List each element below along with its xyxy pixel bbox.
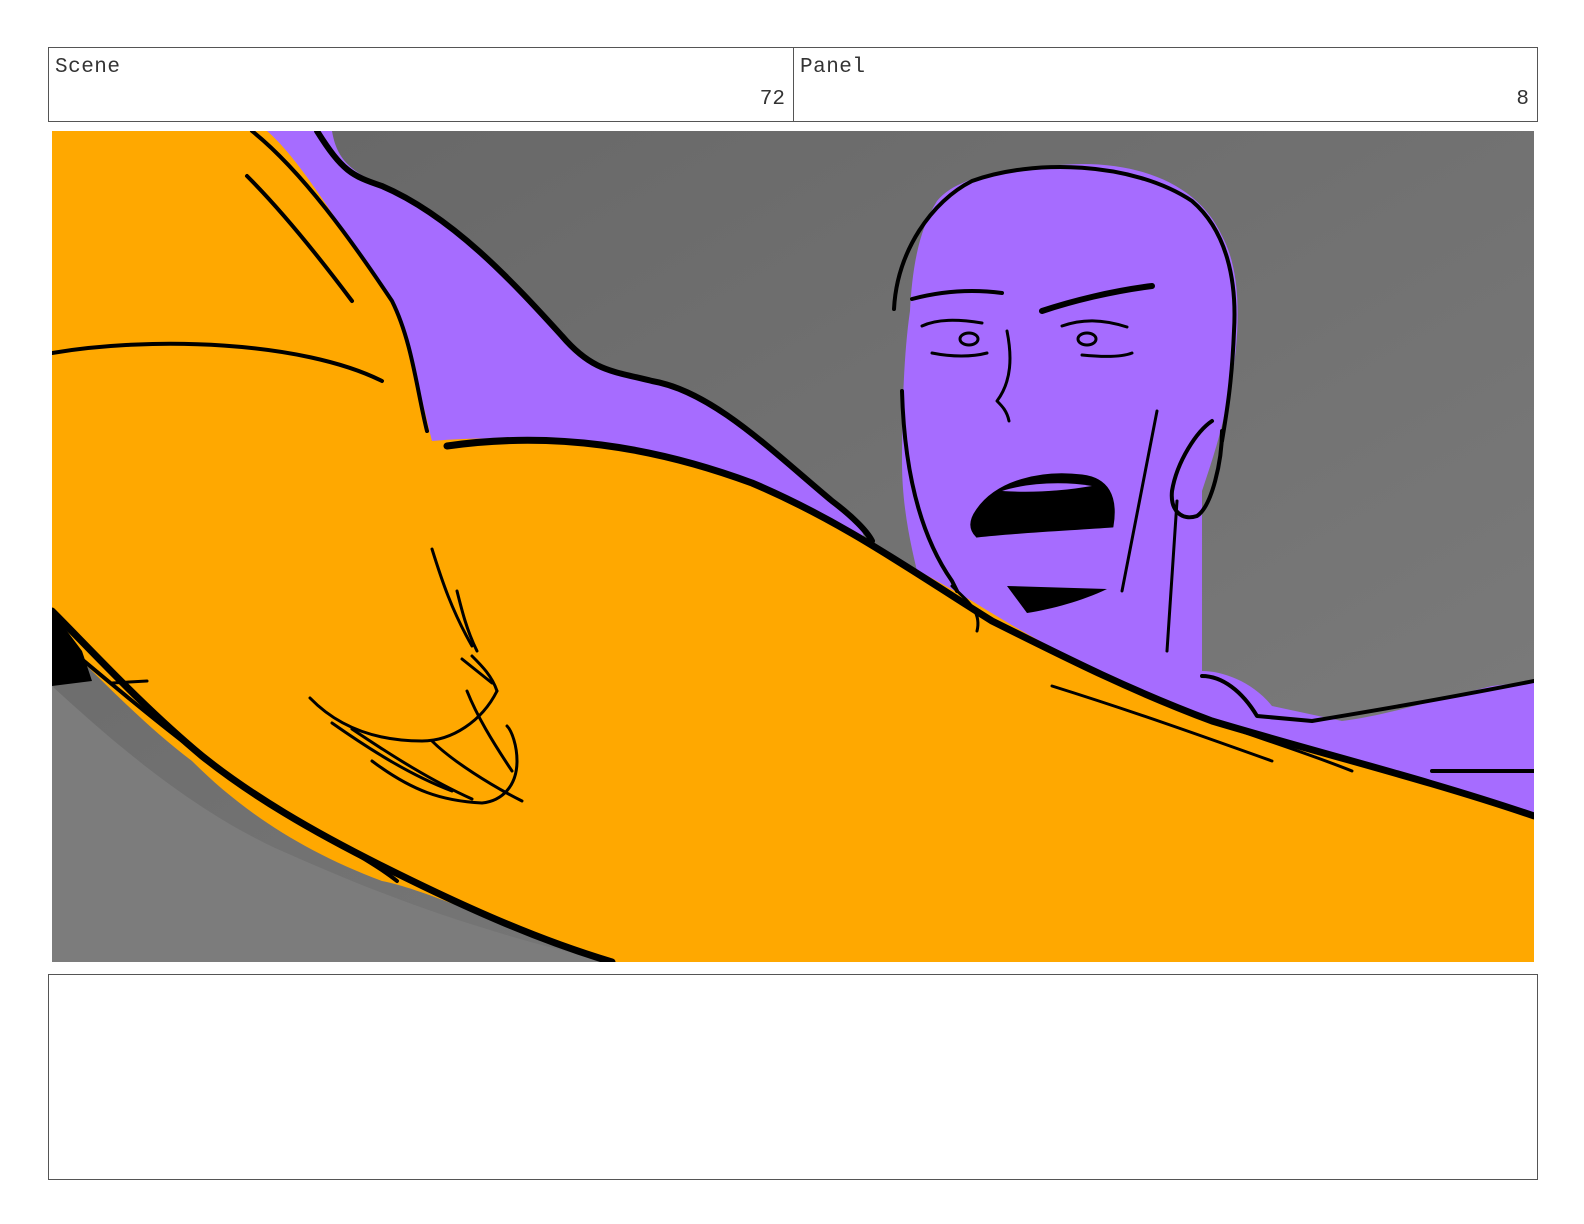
panel-header: Scene 72 Panel 8 [48,47,1538,122]
panel-cell: Panel 8 [794,48,1537,121]
scene-number: 72 [759,88,785,111]
scene-cell: Scene 72 [49,48,794,121]
storyboard-frame [52,131,1534,962]
panel-notes [48,974,1538,1180]
panel-number: 8 [1516,88,1529,111]
scene-label: Scene [55,56,121,79]
storyboard-artwork [52,131,1534,962]
panel-label: Panel [800,56,866,79]
